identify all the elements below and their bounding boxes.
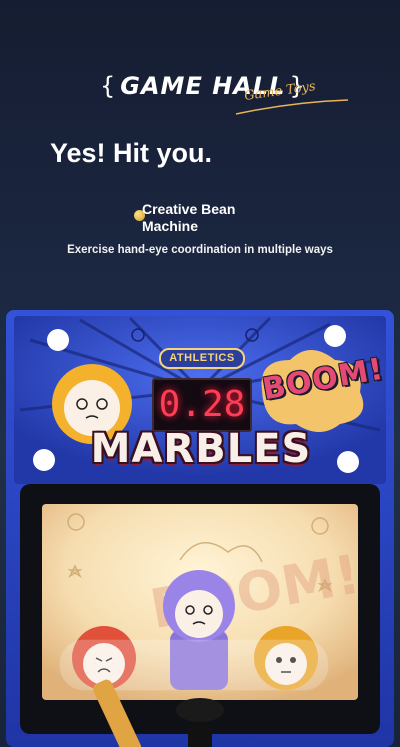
product-banner: {GAME HALL} Game Toys Yes! Hit you. Crea… — [0, 0, 400, 747]
feature-description: Exercise hand-eye coordination in multip… — [67, 244, 333, 256]
headline: Yes! Hit you. — [50, 138, 213, 168]
brand-brace-left: { — [100, 72, 117, 100]
marbles-title: MARBLES — [90, 426, 312, 472]
feature-title: Creative Bean Machine — [142, 201, 236, 234]
athletics-badge: ATHLETICS — [159, 348, 245, 369]
score-display: 0.28 — [152, 378, 252, 432]
brand-swoosh-decoration — [235, 99, 349, 115]
